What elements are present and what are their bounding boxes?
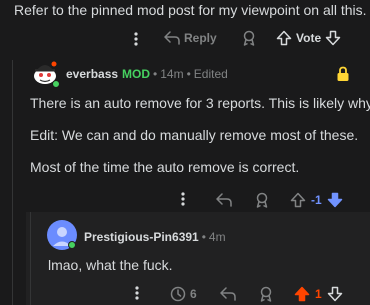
- downvote-active-icon: [327, 192, 342, 208]
- award-clock-icon: [170, 286, 186, 302]
- more-options-icon: [181, 192, 185, 206]
- reply-award-count-button[interactable]: 6: [170, 284, 197, 304]
- reply-vote-group: 1: [294, 284, 343, 304]
- award-icon: [256, 192, 268, 208]
- separator: •: [153, 67, 158, 81]
- mod-comment-paragraph: There is an auto remove for 3 reports. T…: [30, 95, 370, 111]
- top-comment-text: Refer to the pinned mod post for my view…: [14, 2, 367, 18]
- mod-more-options-button[interactable]: [178, 190, 188, 208]
- mod-badge: MOD: [122, 67, 151, 81]
- upvote-button[interactable]: [294, 286, 310, 302]
- thread-line[interactable]: [30, 212, 31, 305]
- vote-score: -1: [311, 193, 322, 207]
- mod-comment-paragraph: Edit: We can and do manually remove most…: [30, 127, 359, 143]
- reply-label: Reply: [184, 31, 217, 45]
- locked-icon: [336, 66, 350, 82]
- downvote-button[interactable]: [327, 286, 343, 302]
- mod-vote-group: -1: [290, 190, 343, 210]
- upvote-active-icon: [294, 286, 310, 302]
- upvote-icon: [276, 30, 292, 46]
- online-status-dot: [52, 80, 60, 88]
- reply-comment-header: Prestigious-Pin6391 • 4m: [84, 230, 226, 244]
- timestamp: 14m: [160, 67, 184, 81]
- reply-comment-text: lmao, what the fuck.: [48, 257, 173, 273]
- reply-more-options-button[interactable]: [132, 284, 142, 302]
- more-options-icon: [134, 32, 138, 46]
- award-icon: [260, 286, 272, 302]
- upvote-button[interactable]: [290, 192, 306, 208]
- upvote-icon: [290, 192, 306, 208]
- username[interactable]: Prestigious-Pin6391: [84, 230, 199, 244]
- more-options-icon: [135, 286, 139, 300]
- username[interactable]: everbass: [66, 67, 118, 81]
- top-award-button[interactable]: [239, 28, 259, 48]
- reply-icon: [164, 31, 180, 45]
- top-more-options-button[interactable]: [131, 30, 141, 48]
- mod-award-button[interactable]: [252, 190, 272, 210]
- online-status-dot: [68, 241, 76, 249]
- award-icon: [243, 30, 255, 46]
- mod-comment-paragraph: Most of the time the auto remove is corr…: [30, 159, 300, 175]
- vote-label: Vote: [296, 31, 322, 45]
- downvote-button[interactable]: [325, 30, 341, 46]
- reply-reply-button[interactable]: [218, 284, 238, 304]
- separator: •: [186, 67, 191, 81]
- vote-score: 1: [315, 287, 322, 301]
- mod-comment-header: everbass MOD • 14m • Edited: [66, 67, 228, 81]
- mod-avatar[interactable]: [28, 56, 62, 90]
- top-vote-group: Vote: [276, 28, 341, 48]
- award-count: 6: [190, 287, 197, 301]
- mod-reply-button[interactable]: [214, 190, 234, 210]
- downvote-button[interactable]: [327, 192, 343, 208]
- edited-label: Edited: [193, 67, 228, 81]
- top-reply-button[interactable]: Reply: [164, 28, 217, 48]
- reply-award-button[interactable]: [256, 284, 276, 304]
- thread-line[interactable]: [12, 60, 13, 305]
- reply-icon: [220, 287, 236, 301]
- upvote-button[interactable]: [276, 30, 292, 46]
- reply-avatar[interactable]: [47, 220, 77, 250]
- downvote-icon: [325, 30, 341, 46]
- separator: •: [201, 230, 206, 244]
- reply-icon: [216, 193, 232, 207]
- downvote-icon: [327, 286, 342, 302]
- timestamp: 4m: [208, 230, 226, 244]
